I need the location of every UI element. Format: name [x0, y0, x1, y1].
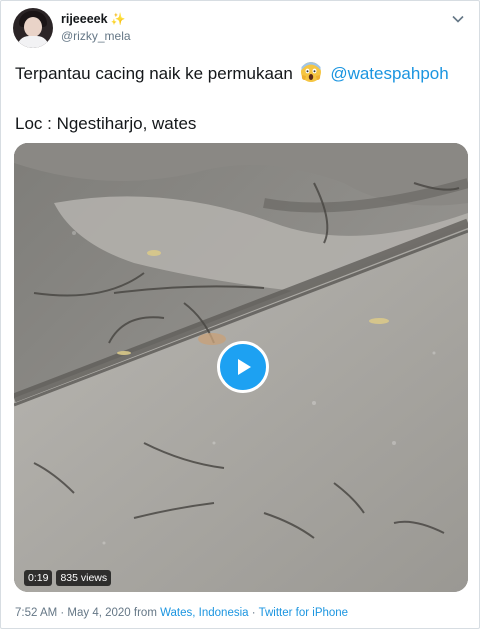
display-name[interactable]: rijeeeek	[61, 12, 108, 26]
video-player[interactable]: 0:19 835 views	[14, 143, 468, 592]
from-label: from	[133, 607, 157, 619]
mention-link[interactable]: @watespahpoh	[330, 64, 448, 83]
timestamp[interactable]: 7:52 AM · May 4, 2020	[15, 607, 131, 619]
face-screaming-in-fear-icon	[300, 62, 321, 82]
tweet-text: Terpantau cacing naik ke permukaan @wate…	[15, 61, 470, 85]
video-duration: 0:19	[24, 570, 53, 586]
sparkles-icon: ✨	[110, 12, 126, 26]
video-badges: 0:19 835 views	[24, 570, 112, 586]
source-link[interactable]: Twitter for iPhone	[259, 607, 348, 619]
video-views: 835 views	[56, 570, 112, 586]
author-handle[interactable]: @rizky_mela	[61, 29, 131, 43]
tweet-meta: 7:52 AM · May 4, 2020 from Wates, Indone…	[15, 607, 348, 619]
play-icon	[238, 359, 251, 375]
separator: ·	[251, 607, 256, 619]
avatar[interactable]	[13, 8, 53, 48]
play-button[interactable]	[217, 341, 269, 393]
tweet-card: rijeeeek ✨ @rizky_mela Terpantau cacing …	[0, 0, 480, 629]
author-name-row[interactable]: rijeeeek ✨	[61, 12, 126, 26]
tweet-body: Terpantau cacing naik ke permukaan	[15, 64, 293, 83]
place-link[interactable]: Wates, Indonesia	[160, 607, 248, 619]
chevron-down-icon[interactable]	[451, 12, 465, 26]
location-line: Loc : Ngestiharjo, wates	[15, 114, 197, 133]
